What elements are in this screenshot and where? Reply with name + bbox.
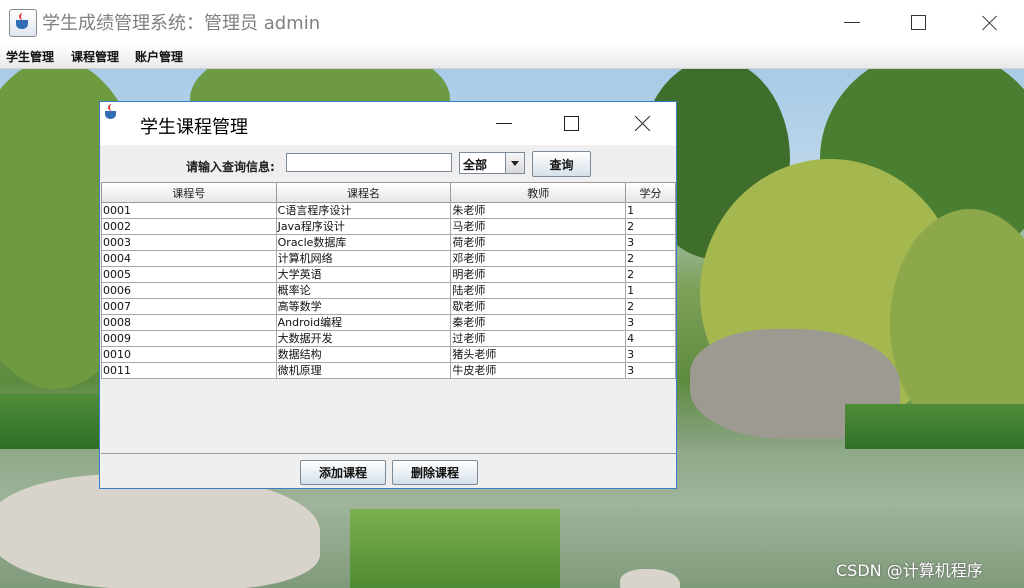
java-coffee-cup-icon: [100, 102, 122, 124]
course-table[interactable]: 课程号 课程名 教师 学分 0001 C语言程序设计 朱老师 1 0002 Ja…: [101, 182, 676, 454]
main-title-bar: 学生成绩管理系统：管理员 admin: [0, 0, 1024, 44]
cell-credits[interactable]: 2: [625, 266, 676, 283]
cell-credits[interactable]: 3: [625, 314, 676, 331]
cell-course-name[interactable]: 计算机网络: [275, 250, 452, 267]
cell-course-name[interactable]: Android编程: [275, 314, 452, 331]
cell-teacher[interactable]: 朱老师: [450, 202, 627, 219]
column-header-teacher[interactable]: 教师: [450, 183, 627, 203]
close-icon[interactable]: [970, 7, 1010, 37]
cell-teacher[interactable]: 牛皮老师: [450, 362, 627, 379]
cell-credits[interactable]: 3: [625, 234, 676, 251]
cell-credits[interactable]: 3: [625, 346, 676, 363]
menu-course-management[interactable]: 课程管理: [71, 48, 119, 65]
cell-course-name[interactable]: 微机原理: [275, 362, 452, 379]
dialog-title-bar[interactable]: 学生课程管理: [100, 102, 676, 145]
cell-credits[interactable]: 1: [625, 202, 676, 219]
cell-teacher[interactable]: 明老师: [450, 266, 627, 283]
dialog-title: 学生课程管理: [140, 117, 248, 138]
cell-course-name[interactable]: 大学英语: [275, 266, 452, 283]
column-header-course-id[interactable]: 课程号: [101, 183, 277, 203]
table-row[interactable]: 0008 Android编程 秦老师 3: [101, 314, 676, 331]
watermark: CSDN @计算机程序: [836, 561, 983, 580]
cell-credits[interactable]: 2: [625, 298, 676, 315]
table-row[interactable]: 0010 数据结构 猪头老师 3: [101, 346, 676, 363]
cell-course-id[interactable]: 0008: [101, 314, 277, 331]
cell-course-id[interactable]: 0009: [101, 330, 277, 347]
cell-teacher[interactable]: 邓老师: [450, 250, 627, 267]
dialog-footer: 添加课程 删除课程: [101, 454, 676, 488]
table-header-row: 课程号 课程名 教师 学分: [101, 183, 676, 203]
cell-course-id[interactable]: 0011: [101, 362, 277, 379]
cell-teacher[interactable]: 秦老师: [450, 314, 627, 331]
course-management-dialog: 学生课程管理 请输入查询信息: 全部 查询 课程号 课程名 教师 学分 0001…: [99, 101, 677, 489]
table-row[interactable]: 0006 概率论 陆老师 1: [101, 282, 676, 299]
cell-teacher[interactable]: 猪头老师: [450, 346, 627, 363]
cell-teacher[interactable]: 过老师: [450, 330, 627, 347]
table-row[interactable]: 0004 计算机网络 邓老师 2: [101, 250, 676, 267]
minimize-icon[interactable]: [832, 7, 872, 37]
cell-teacher[interactable]: 陆老师: [450, 282, 627, 299]
java-coffee-cup-icon: [9, 9, 37, 37]
column-header-credits[interactable]: 学分: [625, 183, 676, 203]
search-input[interactable]: [286, 153, 452, 172]
cell-course-id[interactable]: 0005: [101, 266, 277, 283]
cell-course-name[interactable]: Java程序设计: [275, 218, 452, 235]
delete-course-button[interactable]: 删除课程: [392, 460, 478, 485]
cell-teacher[interactable]: 马老师: [450, 218, 627, 235]
table-row[interactable]: 0002 Java程序设计 马老师 2: [101, 218, 676, 235]
cell-teacher[interactable]: 歇老师: [450, 298, 627, 315]
table-row[interactable]: 0007 高等数学 歇老师 2: [101, 298, 676, 315]
cell-course-name[interactable]: 高等数学: [275, 298, 452, 315]
menu-account-management[interactable]: 账户管理: [135, 48, 183, 65]
cell-credits[interactable]: 2: [625, 250, 676, 267]
cell-course-name[interactable]: C语言程序设计: [275, 202, 452, 219]
dialog-minimize-icon[interactable]: [490, 110, 520, 138]
search-scope-value: 全部: [463, 158, 488, 172]
menu-student-management[interactable]: 学生管理: [6, 48, 54, 65]
table-row[interactable]: 0009 大数据开发 过老师 4: [101, 330, 676, 347]
cell-course-id[interactable]: 0001: [101, 202, 277, 219]
menu-bar: 学生管理 课程管理 账户管理: [0, 44, 1024, 69]
add-course-button[interactable]: 添加课程: [300, 460, 386, 485]
maximize-icon[interactable]: [898, 7, 938, 37]
dialog-maximize-icon[interactable]: [558, 110, 588, 138]
cell-course-name[interactable]: Oracle数据库: [275, 234, 452, 251]
cell-course-id[interactable]: 0003: [101, 234, 277, 251]
dialog-close-icon[interactable]: [628, 110, 658, 138]
cell-course-name[interactable]: 大数据开发: [275, 330, 452, 347]
chevron-down-icon[interactable]: [505, 153, 524, 173]
cell-credits[interactable]: 1: [625, 282, 676, 299]
cell-course-name[interactable]: 概率论: [275, 282, 452, 299]
search-scope-select[interactable]: 全部: [459, 152, 525, 174]
column-header-course-name[interactable]: 课程名: [275, 183, 452, 203]
search-label: 请输入查询信息:: [186, 160, 275, 174]
cell-course-id[interactable]: 0002: [101, 218, 277, 235]
cell-course-name[interactable]: 数据结构: [275, 346, 452, 363]
cell-credits[interactable]: 3: [625, 362, 676, 379]
cell-credits[interactable]: 2: [625, 218, 676, 235]
cell-course-id[interactable]: 0007: [101, 298, 277, 315]
table-row[interactable]: 0011 微机原理 牛皮老师 3: [101, 362, 676, 379]
table-row[interactable]: 0005 大学英语 明老师 2: [101, 266, 676, 283]
window-title: 学生成绩管理系统：管理员 admin: [42, 13, 321, 34]
table-row[interactable]: 0001 C语言程序设计 朱老师 1: [101, 202, 676, 219]
cell-course-id[interactable]: 0004: [101, 250, 277, 267]
cell-course-id[interactable]: 0006: [101, 282, 277, 299]
table-row[interactable]: 0003 Oracle数据库 荷老师 3: [101, 234, 676, 251]
cell-teacher[interactable]: 荷老师: [450, 234, 627, 251]
cell-credits[interactable]: 4: [625, 330, 676, 347]
cell-course-id[interactable]: 0010: [101, 346, 277, 363]
query-button[interactable]: 查询: [532, 151, 591, 177]
